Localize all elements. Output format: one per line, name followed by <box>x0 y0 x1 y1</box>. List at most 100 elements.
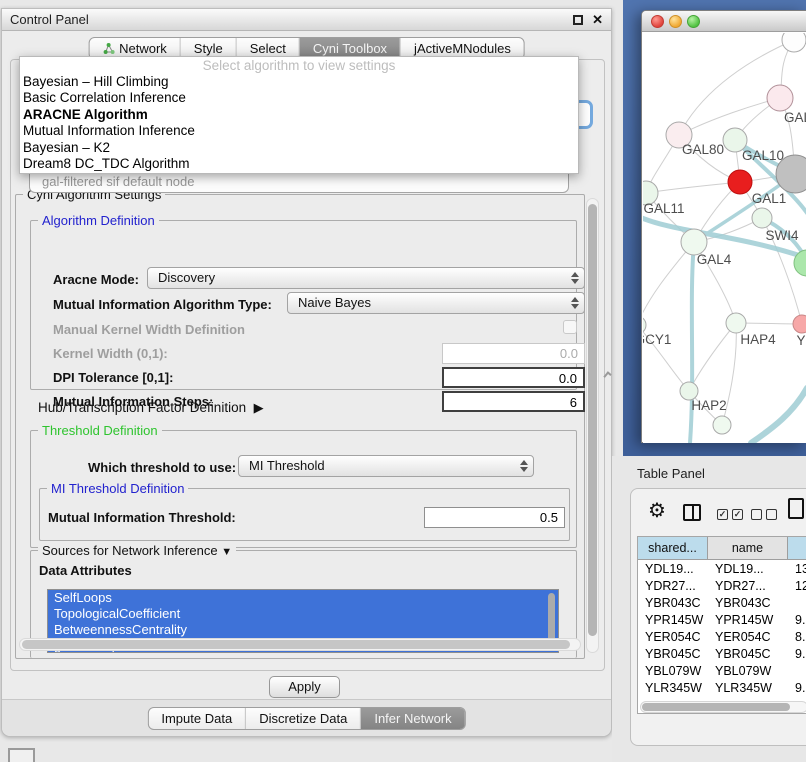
data-attribute-item[interactable]: BetweennessCentrality <box>48 622 558 638</box>
document-icon[interactable] <box>788 498 804 519</box>
algorithm-option[interactable]: Bayesian – Hill Climbing <box>20 74 578 90</box>
which-threshold-combo[interactable]: MI Threshold <box>238 455 534 477</box>
hub-tf-definition-toggle[interactable]: Hub/Transcription Factor Definition ▶ <box>38 400 264 416</box>
table-panel-body: ⚙ ✓ ✓ shared... name A YDL19...YDL19...1… <box>630 488 806 746</box>
node-table: shared... name A YDL19...YDL19...13YDR27… <box>637 536 806 714</box>
column-header-shared-name[interactable]: shared... <box>638 537 708 560</box>
bottom-tab-bar: Impute Data Discretize Data Infer Networ… <box>147 707 465 730</box>
tab-discretize-data[interactable]: Discretize Data <box>245 708 360 729</box>
gear-icon[interactable]: ⚙ <box>648 500 666 522</box>
tab-impute-data[interactable]: Impute Data <box>148 708 245 729</box>
table-cell: YDR27... <box>638 578 708 595</box>
table-row[interactable]: YBL079WYBL079W <box>638 663 806 680</box>
float-window-icon[interactable] <box>573 15 583 25</box>
algorithm-option[interactable]: Dream8 DC_TDC Algorithm <box>20 156 578 172</box>
close-traffic-light-icon[interactable] <box>651 15 664 28</box>
collapsed-panel-icon[interactable] <box>8 748 35 762</box>
unchecked-box-icon[interactable] <box>751 509 762 520</box>
algorithm-option[interactable]: Basic Correlation Inference <box>20 90 578 106</box>
combo-stepper-icon <box>570 271 579 285</box>
table-cell <box>788 595 806 612</box>
table-cell: YBL079W <box>708 663 788 680</box>
dpi-tolerance-field[interactable]: 0.0 <box>442 367 585 388</box>
network-node-label: SWI4 <box>765 228 798 243</box>
sources-group-title[interactable]: Sources for Network Inference ▼ <box>38 543 236 560</box>
table-cell: 9. <box>788 697 806 700</box>
table-row[interactable]: YLR345WYLR345W9. <box>638 680 806 697</box>
aracne-mode-label: Aracne Mode: <box>53 272 139 287</box>
mi-type-value: Naive Bayes <box>298 295 371 310</box>
table-row[interactable]: YIL052CYIL052C9. <box>638 697 806 700</box>
aracne-mode-combo[interactable]: Discovery <box>147 267 585 289</box>
scrollbar-thumb[interactable] <box>22 640 570 649</box>
control-panel-titlebar: Control Panel ✕ <box>2 9 611 31</box>
scrollbar-thumb[interactable] <box>588 204 597 636</box>
network-node[interactable] <box>726 313 746 333</box>
table-cell: 13 <box>788 561 806 578</box>
which-threshold-label: Which threshold to use: <box>88 460 236 475</box>
table-row[interactable]: YDR27...YDR27...12 <box>638 578 806 595</box>
network-node-label: GAL <box>784 110 806 125</box>
bottom-tab-area: Impute Data Discretize Data Infer Networ… <box>2 699 611 736</box>
network-node[interactable] <box>782 33 806 52</box>
table-cell: YPR145W <box>638 612 708 629</box>
network-node-label: HAP2 <box>691 398 726 413</box>
tab-infer-network[interactable]: Infer Network <box>360 708 464 729</box>
checked-box-icon[interactable]: ✓ <box>717 509 728 520</box>
manual-kernel-checkbox[interactable] <box>563 320 577 334</box>
settings-horizontal-scrollbar[interactable] <box>19 638 581 651</box>
data-attribute-item[interactable]: SelfLoops <box>48 590 558 606</box>
table-cell: 12 <box>788 578 806 595</box>
table-row[interactable]: YPR145WYPR145W9. <box>638 612 806 629</box>
apply-button[interactable]: Apply <box>269 676 340 698</box>
algorithm-dropdown-list: Bayesian – Hill ClimbingBasic Correlatio… <box>20 74 578 172</box>
algorithm-option[interactable]: Bayesian – K2 <box>20 140 578 156</box>
table-row[interactable]: YER054CYER054C8. <box>638 629 806 646</box>
network-icon <box>102 43 114 55</box>
dpi-tolerance-label: DPI Tolerance [0,1]: <box>53 370 173 385</box>
mi-type-combo[interactable]: Naive Bayes <box>287 292 585 314</box>
mi-threshold-field[interactable]: 0.5 <box>424 507 565 528</box>
column-header-name[interactable]: name <box>708 537 788 560</box>
network-node[interactable] <box>713 416 731 434</box>
combo-stepper-icon <box>570 296 579 310</box>
mi-steps-field[interactable]: 6 <box>442 391 585 412</box>
close-window-icon[interactable]: ✕ <box>592 9 603 31</box>
network-window-titlebar <box>642 11 806 32</box>
table-cell: YBR045C <box>708 646 788 663</box>
settings-vertical-scrollbar[interactable] <box>586 198 599 653</box>
table-panel-title: Table Panel <box>637 466 705 481</box>
table-cell: YDL19... <box>638 561 708 578</box>
network-node[interactable] <box>767 85 793 111</box>
which-threshold-value: MI Threshold <box>249 458 325 473</box>
column-header-partial[interactable]: A <box>788 537 806 560</box>
network-canvas[interactable]: GALGAL80GAL10GAL1GAL11SWI4GAL4GCY1HAP4YH… <box>643 33 806 443</box>
network-node[interactable] <box>752 208 772 228</box>
table-cell: 9. <box>788 646 806 663</box>
algorithm-option[interactable]: ARACNE Algorithm <box>20 107 578 123</box>
scrollbar-thumb[interactable] <box>642 703 790 711</box>
data-attribute-item[interactable]: TopologicalCoefficient <box>48 606 558 622</box>
table-row[interactable]: YBR043CYBR043C <box>638 595 806 612</box>
algorithm-option[interactable]: Mutual Information Inference <box>20 123 578 139</box>
table-cell <box>788 663 806 680</box>
kernel-width-field[interactable]: 0.0 <box>442 343 585 364</box>
kernel-width-label: Kernel Width (0,1): <box>53 346 168 361</box>
unchecked-box-icon[interactable] <box>766 509 777 520</box>
column-layout-icon[interactable] <box>683 504 701 521</box>
minimize-traffic-light-icon[interactable] <box>669 15 682 28</box>
hub-tf-label: Hub/Transcription Factor Definition <box>38 400 246 415</box>
table-cell: 8. <box>788 629 806 646</box>
checked-box-icon[interactable]: ✓ <box>732 509 743 520</box>
table-cell: YLR345W <box>638 680 708 697</box>
network-node[interactable] <box>793 315 806 333</box>
network-node-label: GAL80 <box>682 142 724 157</box>
zoom-traffic-light-icon[interactable] <box>687 15 700 28</box>
table-cell: YIL052C <box>638 697 708 700</box>
table-row[interactable]: YDL19...YDL19...13 <box>638 561 806 578</box>
table-horizontal-scrollbar[interactable] <box>640 701 806 713</box>
table-row[interactable]: YBR045CYBR045C9. <box>638 646 806 663</box>
panel-title: Control Panel <box>10 9 89 31</box>
tab-label: Infer Network <box>374 708 451 729</box>
network-node[interactable] <box>728 170 752 194</box>
